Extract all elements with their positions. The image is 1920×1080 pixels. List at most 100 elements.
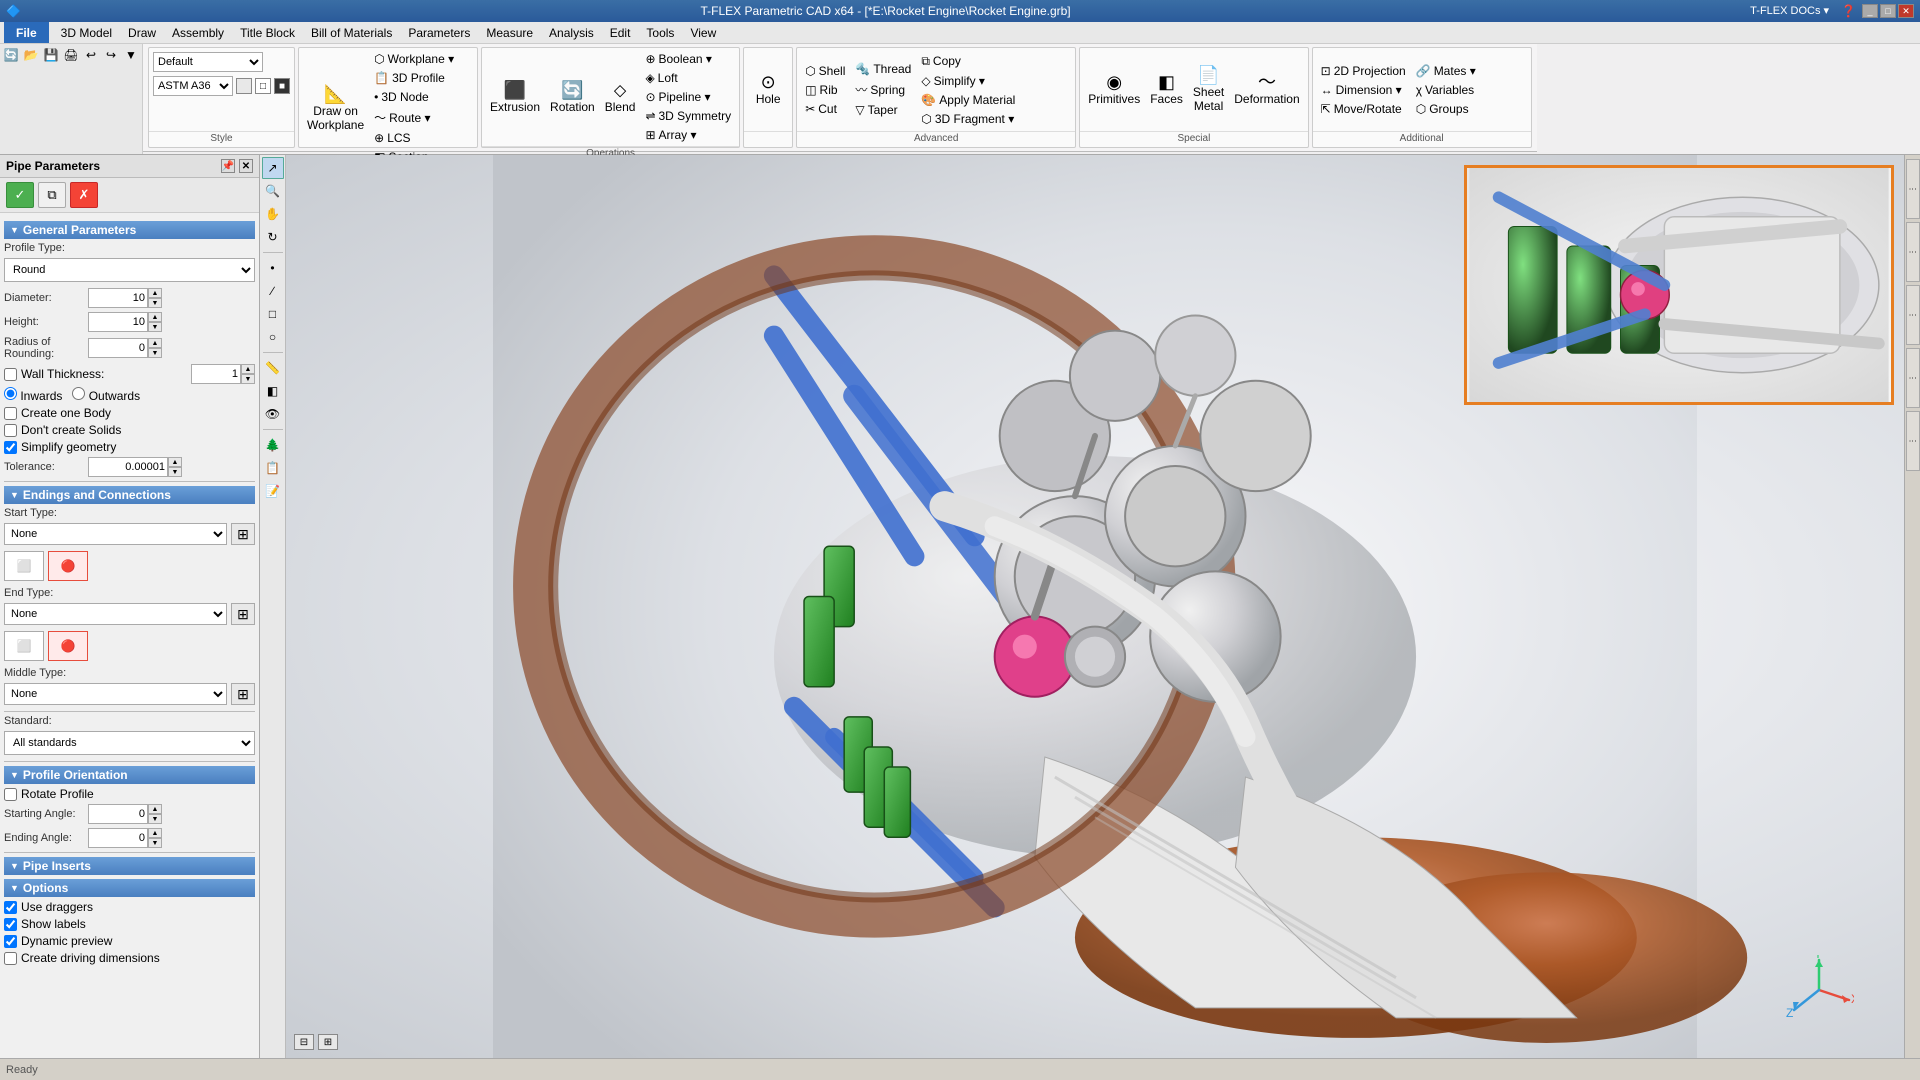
projection2d-btn[interactable]: ⊡ 2D Projection (1317, 62, 1410, 80)
route-btn[interactable]: 〜 Route ▾ (370, 107, 458, 128)
end-icon2[interactable]: 🔴 (48, 631, 88, 661)
sa-up-btn[interactable]: ▲ (148, 804, 162, 814)
profile-type-select[interactable]: Round (4, 258, 255, 282)
create-one-body-check[interactable] (4, 407, 17, 420)
end-icon1[interactable]: ⬜ (4, 631, 44, 661)
spring-btn[interactable]: 〰 Spring (851, 79, 915, 100)
lt-rect-btn[interactable]: □ (262, 303, 284, 325)
simplify-geometry-check[interactable] (4, 441, 17, 454)
color-swatch[interactable] (236, 78, 252, 94)
close-button[interactable]: ✕ (1898, 4, 1914, 18)
menu-edit[interactable]: Edit (602, 22, 639, 43)
brand-label[interactable]: T-FLEX DOCs ▾ (1750, 4, 1829, 18)
inwards-radio[interactable] (4, 387, 17, 400)
create-driving-dims-check[interactable] (4, 952, 17, 965)
lt-view-btn[interactable]: 👁 (262, 403, 284, 425)
lt-measure-btn[interactable]: 📏 (262, 357, 284, 379)
symmetry3d-btn[interactable]: ⇌ 3D Symmetry (641, 107, 735, 125)
hole-btn[interactable]: ⊙ Hole (750, 71, 786, 108)
sa-down-btn[interactable]: ▼ (148, 814, 162, 824)
qa-save[interactable]: 💾 (42, 46, 60, 64)
wall-thickness-input[interactable] (191, 364, 241, 384)
thread-btn[interactable]: 🔩 Thread (851, 60, 915, 78)
menu-3dmodel[interactable]: 3D Model (53, 22, 120, 43)
qa-more[interactable]: ▼ (122, 46, 140, 64)
wall-thickness-check[interactable] (4, 368, 17, 381)
middle-type-select[interactable]: None (4, 683, 227, 705)
move-rotate-btn[interactable]: ⇱ Move/Rotate (1317, 100, 1410, 118)
rp-btn2[interactable]: ⋮ (1906, 222, 1920, 282)
lt-select-btn[interactable]: ↗ (262, 157, 284, 179)
deformation-btn[interactable]: 〜 Deformation (1230, 71, 1303, 108)
copy-btn[interactable]: ⧉ Copy (917, 52, 1019, 71)
diameter-input[interactable] (88, 288, 148, 308)
lt-rotate-btn[interactable]: ↻ (262, 226, 284, 248)
rp-btn3[interactable]: ⋮ (1906, 285, 1920, 345)
groups-btn[interactable]: ⬡ Groups (1412, 100, 1480, 118)
dimension-btn[interactable]: ↔ Dimension ▾ (1317, 81, 1410, 99)
outwards-radio[interactable] (72, 387, 85, 400)
variables-btn[interactable]: χ Variables (1412, 81, 1480, 99)
extrusion-btn[interactable]: ⬛ Extrusion (486, 79, 544, 116)
panel-pin-btn[interactable]: 📌 (221, 159, 235, 173)
tolerance-input[interactable] (88, 457, 168, 477)
options-header[interactable]: ▼ Options (4, 879, 255, 897)
fragment3d-btn[interactable]: ⬡ 3D Fragment ▾ (917, 110, 1019, 128)
qa-redo[interactable]: ↪ (102, 46, 120, 64)
tol-down-btn[interactable]: ▼ (168, 467, 182, 477)
dont-create-solids-check[interactable] (4, 424, 17, 437)
vp-split-v-btn[interactable]: ⊞ (318, 1034, 338, 1050)
loft-btn[interactable]: ◈ Loft (641, 69, 735, 87)
help-btn[interactable]: ❓ (1841, 4, 1856, 18)
faces-btn[interactable]: ◧ Faces (1146, 71, 1187, 108)
shell-btn[interactable]: ⬡ Shell (801, 62, 849, 80)
start-type-btn[interactable]: ⊞ (231, 523, 255, 545)
start-type-select[interactable]: None (4, 523, 227, 545)
blend-btn[interactable]: ⬦ Blend (601, 79, 640, 116)
wt-down-btn[interactable]: ▼ (241, 374, 255, 384)
workplane-btn[interactable]: ⬡ Workplane ▾ (370, 50, 458, 68)
tol-up-btn[interactable]: ▲ (168, 457, 182, 467)
ea-up-btn[interactable]: ▲ (148, 828, 162, 838)
rotate-profile-check[interactable] (4, 788, 17, 801)
ea-down-btn[interactable]: ▼ (148, 838, 162, 848)
wt-up-btn[interactable]: ▲ (241, 364, 255, 374)
menu-view[interactable]: View (682, 22, 724, 43)
pipeline-btn[interactable]: ⊙ Pipeline ▾ (641, 88, 735, 106)
sheet-metal-btn[interactable]: 📄 Sheet Metal (1189, 64, 1228, 115)
end-type-btn[interactable]: ⊞ (231, 603, 255, 625)
qa-open[interactable]: 📂 (22, 46, 40, 64)
minimize-button[interactable]: _ (1862, 4, 1878, 18)
cancel-button[interactable]: ✗ (70, 182, 98, 208)
profile3d-btn[interactable]: 📋 3D Profile (370, 69, 458, 87)
apply-material-btn[interactable]: 🎨 Apply Material (917, 91, 1019, 109)
draw-on-workplane-btn[interactable]: 📐 Draw on Workplane (303, 83, 368, 134)
menu-titleblock[interactable]: Title Block (232, 22, 303, 43)
confirm-button[interactable]: ✓ (6, 182, 34, 208)
viewport[interactable]: ↗ ✓ ⊞ 🔎 ⊿ ⊕ ⊞ 📏 📷 👁 ◉ ◐ (286, 155, 1904, 1058)
menu-measure[interactable]: Measure (478, 22, 541, 43)
show-labels-check[interactable] (4, 918, 17, 931)
maximize-button[interactable]: □ (1880, 4, 1896, 18)
rounding-down-btn[interactable]: ▼ (148, 348, 162, 358)
height-input[interactable] (88, 312, 148, 332)
lt-props-btn[interactable]: 📝 (262, 480, 284, 502)
menu-file[interactable]: File (4, 22, 49, 43)
array-btn[interactable]: ⊞ Array ▾ (641, 126, 735, 144)
menu-bom[interactable]: Bill of Materials (303, 22, 400, 43)
lt-tree-btn[interactable]: 🌲 (262, 434, 284, 456)
rp-btn1[interactable]: ⋮ (1906, 159, 1920, 219)
qa-print[interactable]: 🖨 (62, 46, 80, 64)
menu-tools[interactable]: Tools (638, 22, 682, 43)
vp-split-h-btn[interactable]: ⊟ (294, 1034, 314, 1050)
height-down-btn[interactable]: ▼ (148, 322, 162, 332)
menu-analysis[interactable]: Analysis (541, 22, 602, 43)
endings-connections-header[interactable]: ▼ Endings and Connections (4, 486, 255, 504)
boolean-btn[interactable]: ⊕ Boolean ▾ (641, 50, 735, 68)
rib-btn[interactable]: ◫ Rib (801, 81, 849, 99)
style-btn2[interactable]: ■ (274, 78, 290, 94)
simplify-btn[interactable]: ◇ Simplify ▾ (917, 72, 1019, 90)
primitives-btn[interactable]: ◉ Primitives (1084, 71, 1144, 108)
qa-new[interactable]: 🔄 (2, 46, 20, 64)
style-btn1[interactable]: □ (255, 78, 271, 94)
